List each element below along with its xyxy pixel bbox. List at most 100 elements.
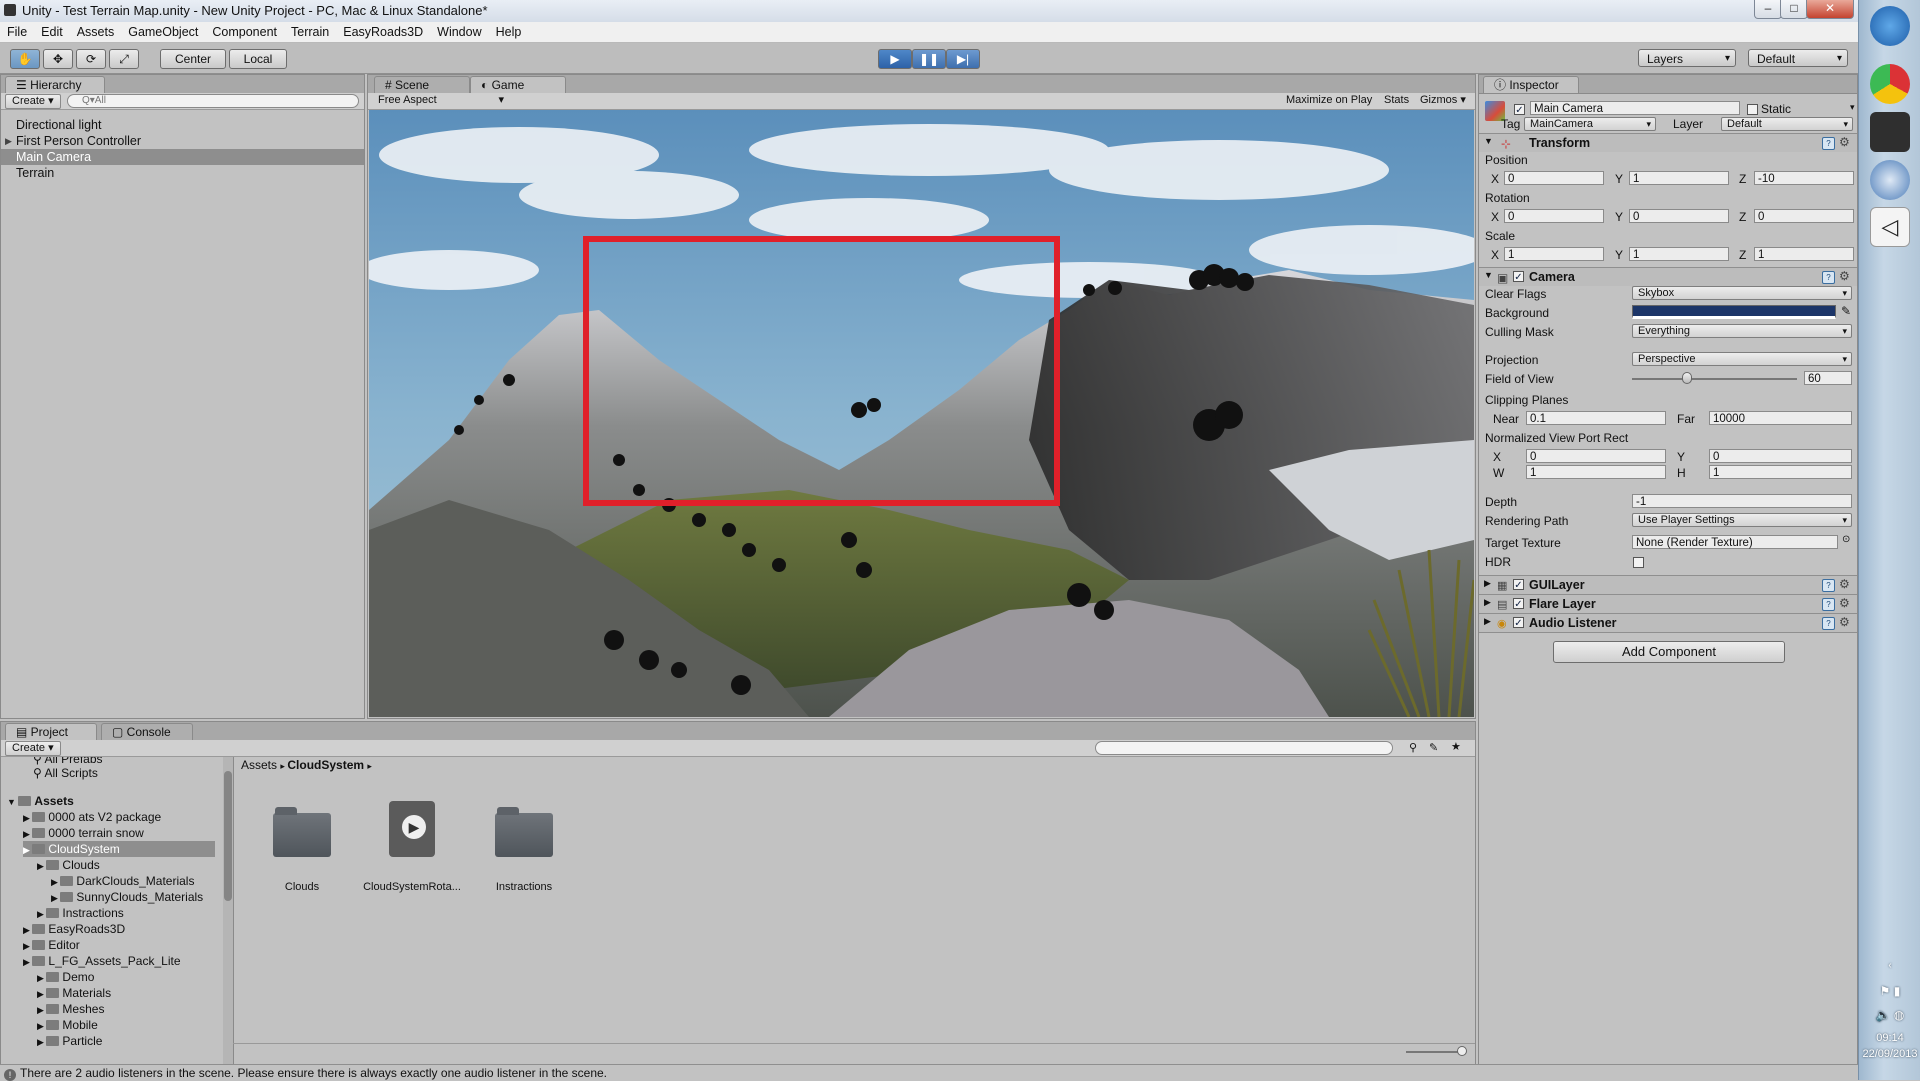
eyedropper-icon[interactable]: ✎ xyxy=(1841,304,1851,318)
vp-y-field[interactable]: 0 xyxy=(1709,449,1852,463)
expand-arrow-icon[interactable]: ▶ xyxy=(23,941,32,951)
tree-item[interactable]: ▶ Instractions xyxy=(37,905,124,921)
status-message[interactable]: There are 2 audio listeners in the scene… xyxy=(20,1066,607,1080)
tree-item[interactable]: ▶ 0000 ats V2 package xyxy=(23,809,161,825)
help-icon[interactable]: ? xyxy=(1822,617,1835,630)
expand-arrow-icon[interactable]: ▶ xyxy=(37,909,46,919)
collapse-arrow-icon[interactable]: ▼ xyxy=(1484,136,1493,146)
thumbnail-size-slider[interactable] xyxy=(1406,1051,1460,1053)
camera-header[interactable]: ▼ ▣ Camera ? ⚙ xyxy=(1479,267,1857,286)
game-viewport[interactable] xyxy=(369,110,1474,717)
step-button[interactable]: ▶| xyxy=(946,49,980,69)
background-color-swatch[interactable] xyxy=(1632,305,1836,319)
position-y-field[interactable]: 1 xyxy=(1629,171,1729,185)
tray-volume-icon[interactable]: 🔈 ◍ xyxy=(1859,1008,1920,1022)
breadcrumb-assets[interactable]: Assets xyxy=(241,758,277,772)
tab-game[interactable]: ◐ Game xyxy=(470,76,566,93)
tree-item[interactable]: ▶ SunnyClouds_Materials xyxy=(51,889,203,905)
tree-item[interactable]: ▶ Mobile xyxy=(37,1017,98,1033)
hierarchy-create-button[interactable]: Create ▾ xyxy=(5,94,61,109)
transform-header[interactable]: ▼ ⊹ Transform ? ⚙ xyxy=(1479,133,1857,152)
chrome-icon[interactable] xyxy=(1870,64,1910,104)
tree-item[interactable]: ⚲ All Scripts xyxy=(33,765,98,781)
rotation-y-field[interactable]: 0 xyxy=(1629,209,1729,223)
expand-arrow-icon[interactable]: ▶ xyxy=(37,1021,46,1031)
project-search-input[interactable] xyxy=(1095,741,1393,755)
collapse-arrow-icon[interactable]: ▶ xyxy=(1484,578,1491,589)
menu-assets[interactable]: Assets xyxy=(70,22,122,42)
layer-dropdown[interactable]: Default xyxy=(1721,117,1853,131)
tray-flag-icon[interactable]: ⚑ ▮ xyxy=(1859,984,1920,998)
hdr-checkbox[interactable] xyxy=(1633,557,1644,568)
scale-x-field[interactable]: 1 xyxy=(1504,247,1604,261)
maximize-button[interactable]: □ xyxy=(1780,0,1808,19)
tree-item[interactable]: ▶ EasyRoads3D xyxy=(23,921,125,937)
tree-item[interactable]: ▶ CloudSystem xyxy=(23,841,215,857)
help-icon[interactable]: ? xyxy=(1822,271,1835,284)
hierarchy-item[interactable]: ▶ First Person Controller xyxy=(1,133,364,149)
maximize-on-play-toggle[interactable]: Maximize on Play xyxy=(1280,94,1378,107)
tree-item[interactable]: ▶ 0000 terrain snow xyxy=(23,825,144,841)
menu-help[interactable]: Help xyxy=(489,22,529,42)
projection-dropdown[interactable]: Perspective xyxy=(1632,352,1852,366)
add-component-button[interactable]: Add Component xyxy=(1553,641,1785,663)
gear-icon[interactable]: ⚙ xyxy=(1839,269,1850,283)
rendering-path-dropdown[interactable]: Use Player Settings xyxy=(1632,513,1852,527)
asset-folder-instractions[interactable]: Instractions xyxy=(469,807,579,893)
active-checkbox[interactable] xyxy=(1514,104,1525,115)
help-icon[interactable]: ? xyxy=(1822,579,1835,592)
scale-z-field[interactable]: 1 xyxy=(1754,247,1854,261)
tree-item[interactable]: ▶ Meshes xyxy=(37,1001,104,1017)
menu-file[interactable]: File xyxy=(0,22,34,42)
pivot-center-button[interactable]: Center xyxy=(160,49,226,69)
gear-icon[interactable]: ⚙ xyxy=(1839,615,1850,629)
play-button[interactable]: ▶ xyxy=(878,49,912,69)
vp-h-field[interactable]: 1 xyxy=(1709,465,1852,479)
tree-item[interactable]: ▶ L_FG_Assets_Pack_Lite xyxy=(23,953,181,969)
start-button-icon[interactable] xyxy=(1870,6,1910,46)
object-name-field[interactable]: Main Camera xyxy=(1530,101,1740,115)
tab-inspector[interactable]: ⓘ Inspector xyxy=(1483,76,1579,93)
menu-window[interactable]: Window xyxy=(430,22,488,42)
asset-folder-clouds[interactable]: Clouds xyxy=(247,807,357,893)
guilayer-enabled-checkbox[interactable] xyxy=(1513,579,1524,590)
expand-arrow-icon[interactable]: ▶ xyxy=(23,829,32,839)
tree-item[interactable]: ▶ DarkClouds_Materials xyxy=(51,873,194,889)
tag-dropdown[interactable]: MainCamera xyxy=(1524,117,1656,131)
static-checkbox[interactable] xyxy=(1747,104,1758,115)
layout-dropdown[interactable]: Default xyxy=(1748,49,1848,68)
menu-terrain[interactable]: Terrain xyxy=(284,22,336,42)
fov-slider-thumb[interactable] xyxy=(1681,372,1692,384)
pivot-local-button[interactable]: Local xyxy=(229,49,287,69)
aspect-dropdown[interactable]: Free Aspect ▾ xyxy=(372,94,504,107)
vp-w-field[interactable]: 1 xyxy=(1526,465,1666,479)
itunes-icon[interactable] xyxy=(1870,160,1910,200)
far-field[interactable]: 10000 xyxy=(1709,411,1852,425)
tab-project[interactable]: ▤ Project xyxy=(5,723,97,740)
fov-field[interactable]: 60 xyxy=(1804,371,1852,385)
tree-item-assets[interactable]: ▼ Assets xyxy=(7,793,74,809)
expand-arrow-icon[interactable]: ▶ xyxy=(37,1037,46,1047)
tree-item[interactable]: ▶ Particle xyxy=(37,1033,102,1049)
object-picker-icon[interactable]: ⊙ xyxy=(1842,534,1850,545)
project-create-button[interactable]: Create ▾ xyxy=(5,741,61,756)
tab-console[interactable]: ▢ Console xyxy=(101,723,193,740)
favorites-icon[interactable]: ★ xyxy=(1451,740,1461,753)
tree-item[interactable]: ▶ Demo xyxy=(37,969,94,985)
position-z-field[interactable]: -10 xyxy=(1754,171,1854,185)
menu-easyroads3d[interactable]: EasyRoads3D xyxy=(336,22,430,42)
help-icon[interactable]: ? xyxy=(1822,137,1835,150)
flare-layer-header[interactable]: ▶ ▤ Flare Layer ? ⚙ xyxy=(1479,594,1857,613)
expand-arrow-icon[interactable]: ▶ xyxy=(23,845,32,855)
minimize-button[interactable]: – xyxy=(1754,0,1782,19)
hierarchy-search-input[interactable]: Q▾All xyxy=(67,94,359,108)
tab-hierarchy[interactable]: ☰ Hierarchy xyxy=(5,76,105,93)
layers-dropdown[interactable]: Layers xyxy=(1638,49,1736,68)
pause-button[interactable]: ❚❚ xyxy=(912,49,946,69)
gizmos-dropdown[interactable]: Gizmos ▾ xyxy=(1414,94,1472,107)
expand-arrow-icon[interactable]: ▶ xyxy=(51,877,60,887)
collapse-arrow-icon[interactable]: ▶ xyxy=(1484,597,1491,608)
unity-taskbar-icon[interactable]: ◁ xyxy=(1870,207,1910,247)
vp-x-field[interactable]: 0 xyxy=(1526,449,1666,463)
expand-arrow-icon[interactable]: ▶ xyxy=(37,973,46,983)
